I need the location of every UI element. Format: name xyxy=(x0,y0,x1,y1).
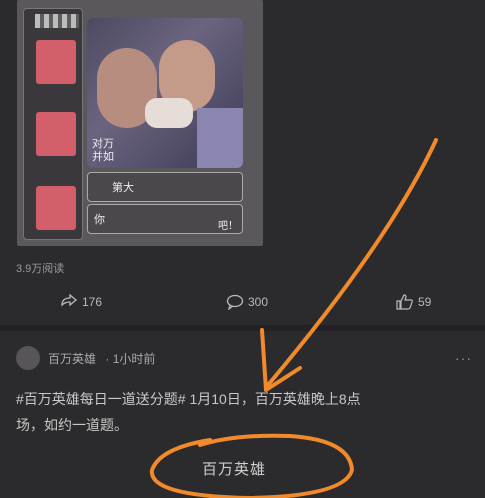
image-text-boxes: 第大 你 吧！ xyxy=(87,170,243,234)
caption-line: 对万 xyxy=(92,138,114,150)
image-red-block xyxy=(36,186,76,230)
annotation-arrow-head xyxy=(260,328,302,392)
like-count: 59 xyxy=(418,295,432,309)
box-text: 你 xyxy=(94,214,105,226)
image-caption: 对万 并如 xyxy=(92,138,242,166)
avatar[interactable] xyxy=(16,346,40,370)
post-time: · 1小时前 xyxy=(105,352,156,366)
comment-icon xyxy=(226,294,244,310)
caption-line: 并如 xyxy=(92,151,114,163)
repost-icon xyxy=(61,294,78,307)
repost-count: 176 xyxy=(82,295,103,309)
box-text: 第大 xyxy=(112,182,134,194)
repost-button[interactable]: 176 xyxy=(60,294,102,310)
post-text-line: #百万英雄每日一道送分题# 1月10日，百万英雄晚上8点 xyxy=(16,391,361,407)
more-icon[interactable]: ··· xyxy=(455,350,472,366)
topic-name[interactable]: 百万英雄 xyxy=(202,458,266,479)
read-count: 3.9万阅读 xyxy=(16,263,65,275)
image-text-box: 你 吧！ xyxy=(87,204,243,234)
like-button[interactable]: 59 xyxy=(396,294,431,310)
image-label-pixelated xyxy=(35,14,79,28)
image-red-block xyxy=(36,112,76,156)
author-name[interactable]: 百万英雄 xyxy=(48,352,96,366)
like-icon xyxy=(396,294,413,310)
comment-button[interactable]: 300 xyxy=(226,294,268,310)
image-text-box: 第大 xyxy=(87,172,243,202)
post-text[interactable]: #百万英雄每日一道送分题# 1月10日，百万英雄晚上8点 场，如约一道题。 xyxy=(16,386,471,438)
comment-count: 300 xyxy=(248,295,269,309)
post-text-line: 场，如约一道题。 xyxy=(16,417,128,433)
post-author[interactable]: 百万英雄 · 1小时前 xyxy=(48,350,155,367)
photo-hand xyxy=(145,98,193,128)
image-red-block xyxy=(36,40,76,84)
feed-divider xyxy=(0,325,485,331)
annotation-arrow-line xyxy=(266,138,438,387)
box-text: 吧！ xyxy=(218,221,238,232)
